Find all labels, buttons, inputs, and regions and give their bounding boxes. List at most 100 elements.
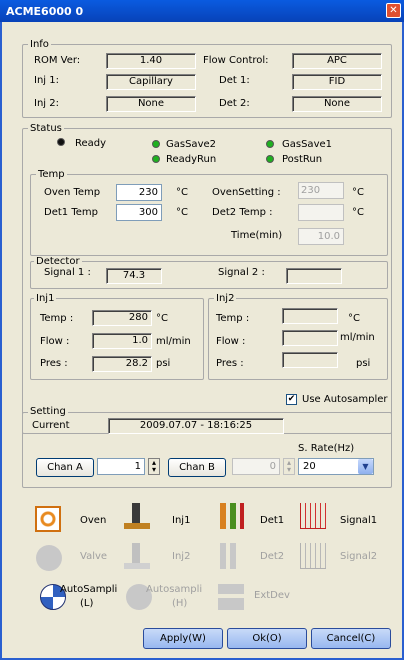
rom-version-field: 1.40 <box>106 53 196 69</box>
valve-label[interactable]: Valve <box>80 551 107 563</box>
det1-icon[interactable] <box>220 503 246 529</box>
flow-control-field: APC <box>292 53 382 69</box>
inj1-type-field: Capillary <box>106 74 196 90</box>
det1-temp-unit: °C <box>176 207 188 218</box>
signal1-label: Signal 1 : <box>44 267 91 278</box>
det2-temp-field[interactable] <box>298 204 344 221</box>
det2-temp-unit: °C <box>352 207 364 218</box>
extdev-label[interactable]: ExtDev <box>254 590 290 602</box>
inj1-toolbar-label[interactable]: Inj1 <box>172 515 190 527</box>
inj1-label: Inj 1: <box>34 75 59 86</box>
time-field[interactable]: 10.0 <box>298 228 344 245</box>
ready-indicator-icon <box>57 138 65 146</box>
det2-toolbar-label[interactable]: Det2 <box>260 551 284 563</box>
use-autosampler-checkbox[interactable]: ✔ <box>286 394 297 405</box>
inj1-temp-label: Temp : <box>40 313 74 324</box>
oven-setting-field[interactable]: 230 <box>298 182 344 199</box>
chan-b-input[interactable]: 0 <box>232 458 280 475</box>
ready-label: Ready <box>75 138 107 149</box>
inj1-flow-unit: ml/min <box>156 336 191 347</box>
autosampler-h-label[interactable]: Autosampli <box>146 584 202 596</box>
inj1-flow-label: Flow : <box>40 336 70 347</box>
signal1-toolbar-label[interactable]: Signal1 <box>340 515 377 527</box>
inj1-pres-field: 28.2 <box>92 356 152 372</box>
chevron-down-icon[interactable]: ▼ <box>358 459 373 474</box>
oven-temp-label: Oven Temp <box>44 187 101 198</box>
inj2-group-label: Inj2 <box>214 293 237 304</box>
chan-a-input[interactable]: 1 <box>97 458 145 475</box>
signal1-field: 74.3 <box>106 268 162 284</box>
inj2-flow-unit: ml/min <box>340 332 375 343</box>
inj1-icon[interactable] <box>124 503 150 529</box>
inj1-pres-label: Pres : <box>40 358 68 369</box>
chan-a-spinner[interactable]: ▴ ▾ <box>148 458 160 475</box>
apply-button[interactable]: Apply(W) <box>143 628 223 649</box>
det2-label: Det 2: <box>219 98 250 109</box>
postrun-label: PostRun <box>282 154 323 165</box>
setting-group-label: Setting <box>28 406 68 417</box>
det1-temp-label: Det1 Temp <box>44 207 98 218</box>
rom-version-label: ROM Ver: <box>34 55 81 66</box>
det2-type-field: None <box>292 96 382 112</box>
gassave2-label: GasSave2 <box>166 139 216 150</box>
gassave2-indicator-icon <box>152 140 160 148</box>
inj1-temp-unit: °C <box>156 313 168 324</box>
inj1-pres-unit: psi <box>156 358 171 369</box>
inj2-label: Inj 2: <box>34 98 59 109</box>
oven-label[interactable]: Oven <box>80 515 106 527</box>
signal2-toolbar-label[interactable]: Signal2 <box>340 551 377 563</box>
inj1-group-label: Inj1 <box>34 293 57 304</box>
signal2-field <box>286 268 342 284</box>
chan-b-button[interactable]: Chan B <box>168 458 226 477</box>
sample-rate-label: S. Rate(Hz) <box>298 443 355 454</box>
signal2-label: Signal 2 : <box>218 267 265 278</box>
inj2-flow-label: Flow : <box>216 336 246 347</box>
oven-icon[interactable] <box>35 506 61 532</box>
det1-type-field: FID <box>292 74 382 90</box>
autosampler-l-sub-label[interactable]: (L) <box>80 598 93 610</box>
det2-icon[interactable] <box>220 543 246 569</box>
sample-rate-value: 20 <box>303 461 316 472</box>
signal1-icon[interactable] <box>300 503 326 529</box>
inj2-toolbar-label[interactable]: Inj2 <box>172 551 190 563</box>
inj2-temp-field <box>282 308 338 324</box>
autosampler-h-sub-label[interactable]: (H) <box>172 598 187 610</box>
flow-control-label: Flow Control: <box>203 55 269 66</box>
inj2-pres-label: Pres : <box>216 358 244 369</box>
time-label: Time(min) <box>231 230 283 241</box>
inj2-icon[interactable] <box>124 543 150 569</box>
ok-button[interactable]: Ok(O) <box>227 628 307 649</box>
inj2-pres-unit: psi <box>356 358 371 369</box>
inj1-flow-field: 1.0 <box>92 333 152 349</box>
postrun-indicator-icon <box>266 155 274 163</box>
inj2-flow-field <box>282 330 338 346</box>
inj2-type-field: None <box>106 96 196 112</box>
det2-temp-label: Det2 Temp : <box>212 207 273 218</box>
gassave1-indicator-icon <box>266 140 274 148</box>
detector-group-label: Detector <box>34 256 82 267</box>
inj2-temp-unit: °C <box>348 313 360 324</box>
chan-b-spinner[interactable]: ▴ ▾ <box>283 458 295 475</box>
use-autosampler-label: Use Autosampler <box>302 394 388 405</box>
chan-a-button[interactable]: Chan A <box>36 458 94 477</box>
cancel-button[interactable]: Cancel(C) <box>311 628 391 649</box>
current-time-field: 2009.07.07 - 18:16:25 <box>108 418 284 434</box>
close-button[interactable]: ✕ <box>386 3 401 18</box>
det1-toolbar-label[interactable]: Det1 <box>260 515 284 527</box>
oven-temp-unit: °C <box>176 187 188 198</box>
valve-icon[interactable] <box>36 545 62 571</box>
extdev-icon[interactable] <box>218 584 244 610</box>
readyrun-indicator-icon <box>152 155 160 163</box>
status-group-label: Status <box>28 123 64 134</box>
oven-temp-field[interactable]: 230 <box>116 184 162 201</box>
signal2-icon[interactable] <box>300 543 326 569</box>
temp-group-label: Temp <box>36 169 67 180</box>
inj2-pres-field <box>282 352 338 368</box>
info-group-label: Info <box>28 39 51 50</box>
window-title: ACME6000 0 <box>0 0 404 22</box>
readyrun-label: ReadyRun <box>166 154 217 165</box>
oven-setting-unit: °C <box>352 187 364 198</box>
autosampler-l-label[interactable]: AutoSampli <box>60 584 117 596</box>
det1-temp-field[interactable]: 300 <box>116 204 162 221</box>
det1-label: Det 1: <box>219 75 250 86</box>
